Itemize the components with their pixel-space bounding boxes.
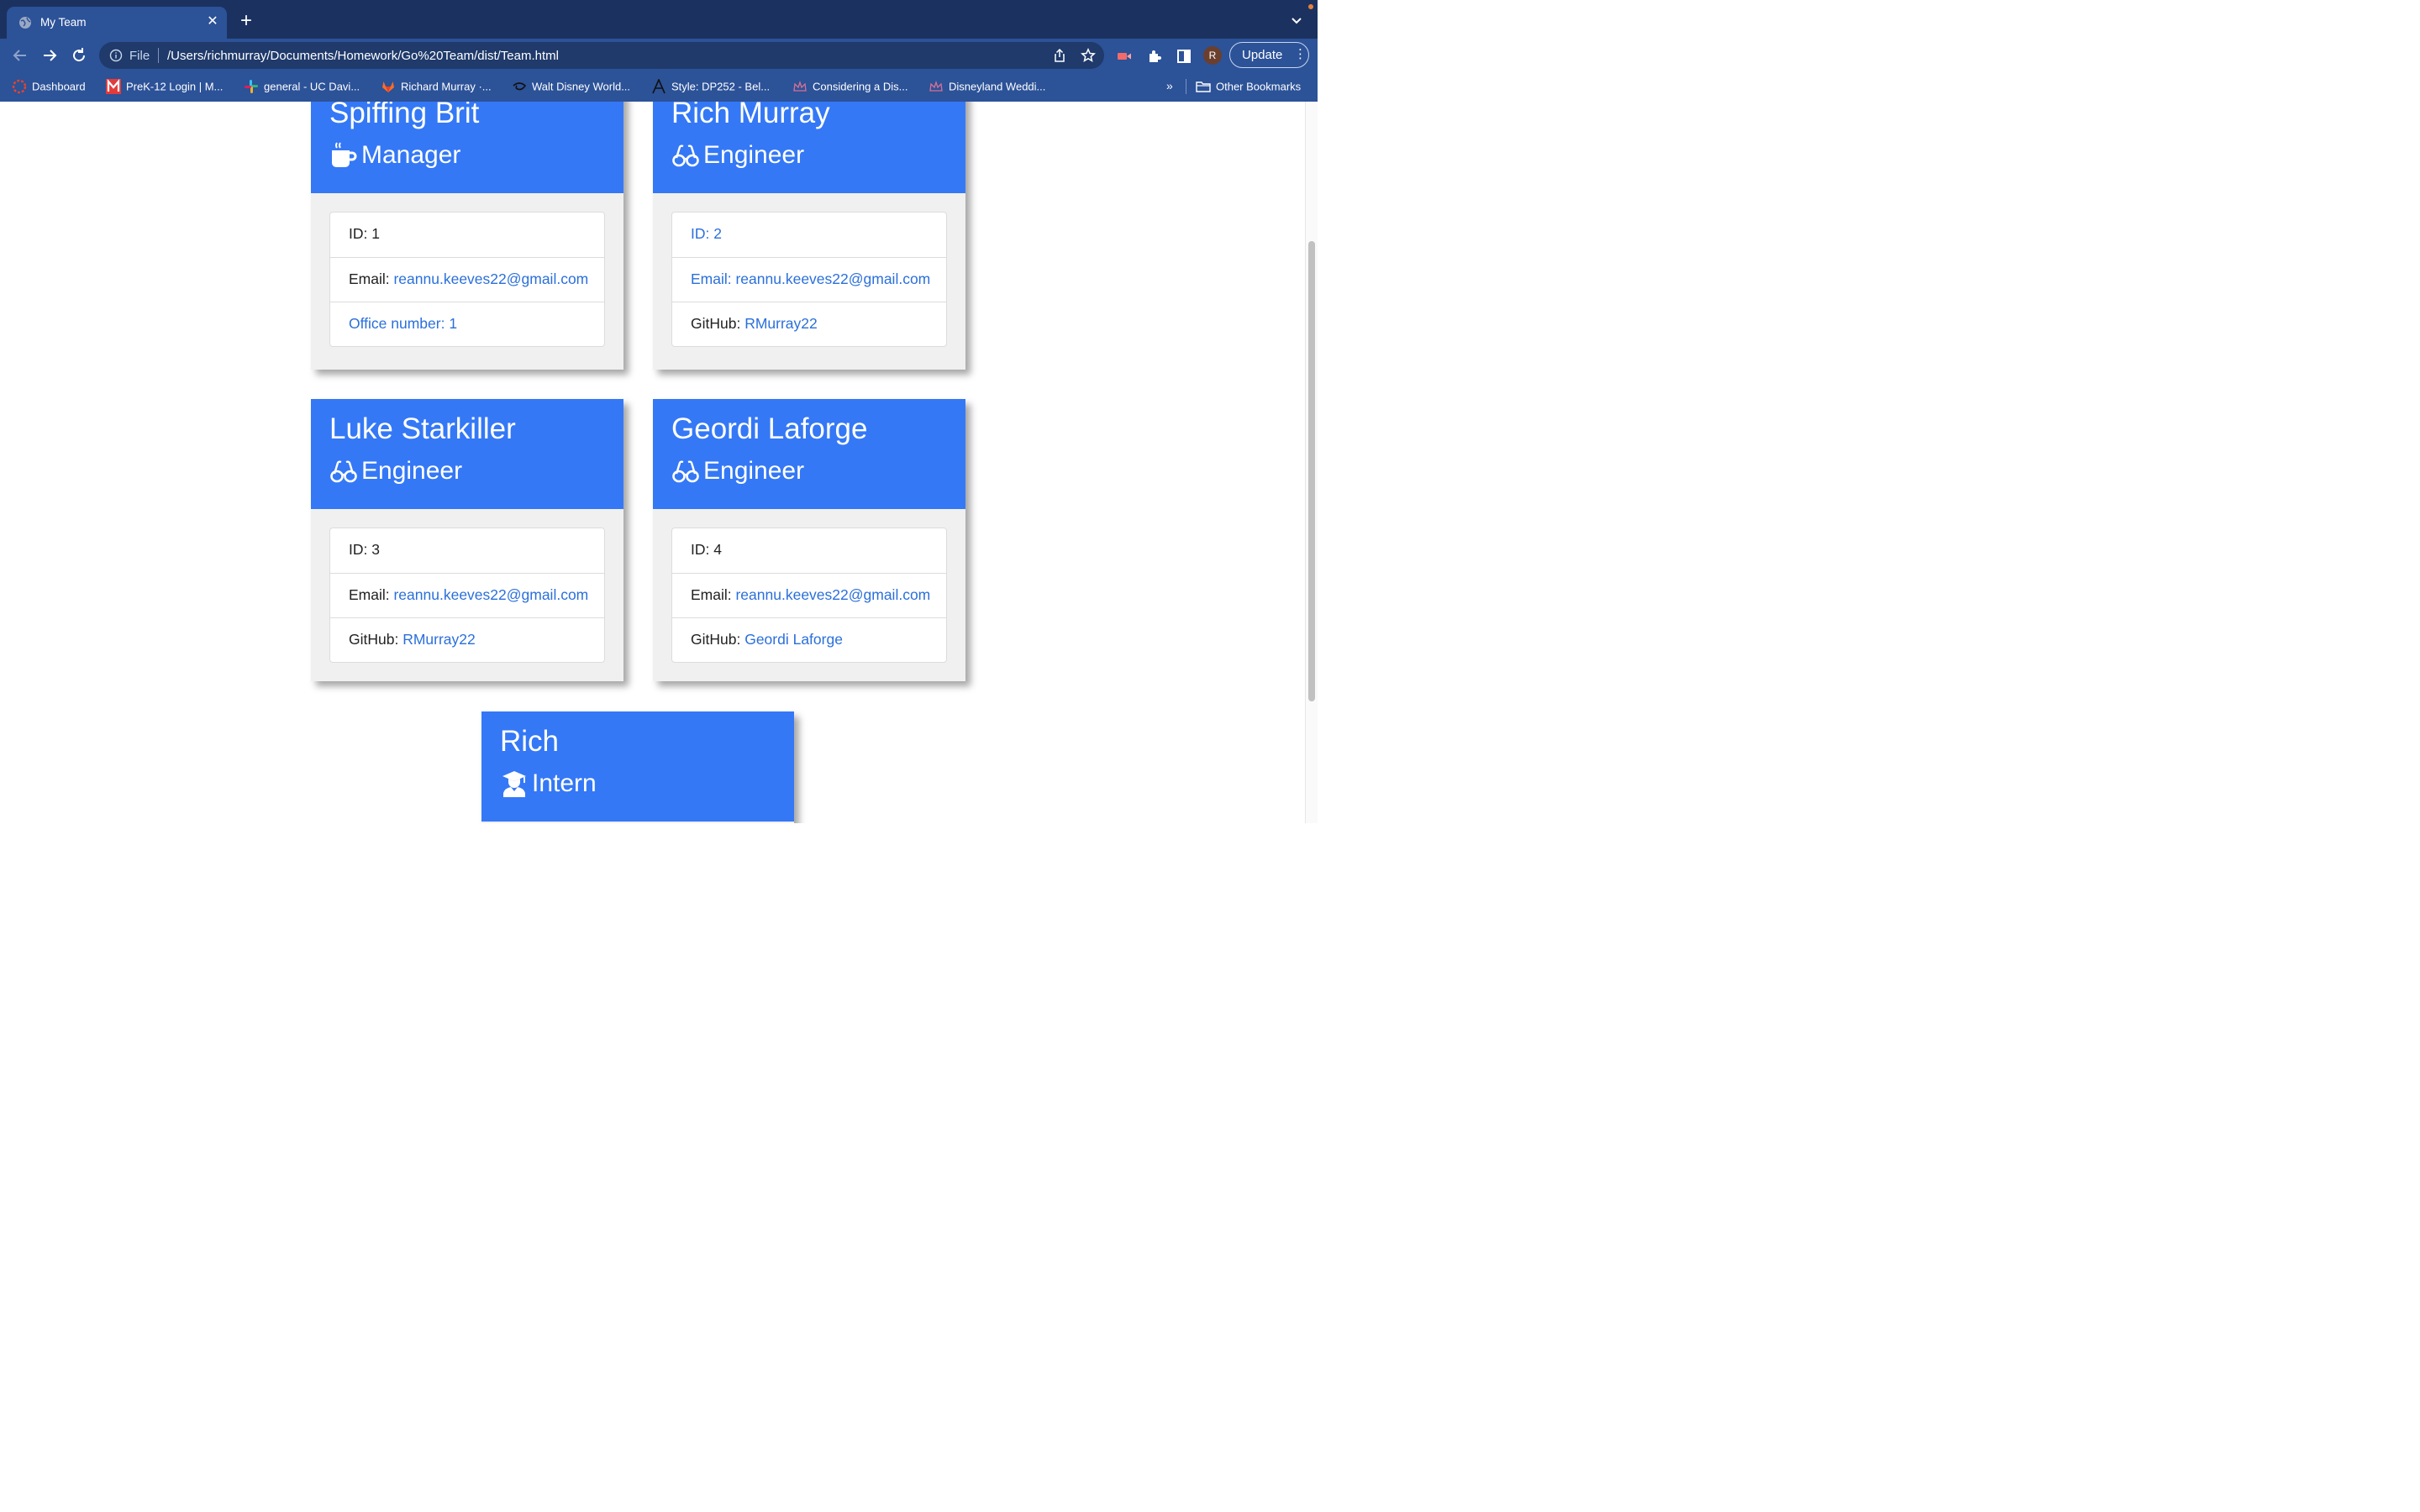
url-text[interactable]: /Users/richmurray/Documents/Homework/Go%… (167, 49, 559, 63)
employee-id[interactable]: ID: 2 (672, 213, 946, 257)
employee-github-row: GitHub: RMurray22 (330, 617, 604, 662)
notification-dot (1308, 4, 1313, 9)
bookmarks-bar: Dashboard PreK-12 Login | M... general -… (0, 72, 1318, 102)
other-bookmarks[interactable]: Other Bookmarks (1196, 79, 1301, 96)
employee-role: Intern (500, 769, 597, 798)
email-link[interactable]: reannu.keeves22@gmail.com (393, 586, 588, 603)
card-header: Rich Murray Engineer (653, 102, 965, 193)
glasses-icon (672, 460, 699, 483)
omnibox-divider (158, 48, 159, 63)
github-link[interactable]: RMurray22 (744, 315, 818, 332)
crown-icon (929, 80, 943, 92)
glasses-icon (330, 460, 357, 483)
employee-card: Spiffing Brit Manager ID: 1 Email: reann… (311, 102, 623, 370)
scrollbar-thumb[interactable] (1308, 241, 1315, 701)
address-bar[interactable]: File /Users/richmurray/Documents/Homewor… (99, 42, 1104, 69)
office-number[interactable]: Office number: 1 (330, 302, 604, 346)
employee-card: Geordi Laforge Engineer ID: 4 Email: rea… (653, 399, 965, 681)
bookmark-style-dp252[interactable]: Style: DP252 - Bel... (651, 79, 770, 96)
crown-icon (793, 80, 807, 92)
extensions-puzzle-icon[interactable] (1146, 48, 1163, 65)
chevron-down-icon[interactable] (1289, 13, 1304, 29)
employee-role: Engineer (671, 140, 804, 170)
info-icon[interactable] (109, 49, 123, 62)
github-link[interactable]: RMurray22 (402, 631, 476, 648)
canvas-icon (12, 79, 27, 94)
card-header: Rich Intern (481, 711, 794, 822)
card-header: Luke Starkiller Engineer (311, 399, 623, 509)
employee-id: ID: 4 (691, 541, 722, 558)
share-icon[interactable] (1052, 48, 1067, 63)
employee-name: Spiffing Brit (329, 102, 480, 129)
new-tab-button[interactable]: + (237, 11, 255, 31)
employee-details-list: ID: 2 Email: reannu.keeves22@gmail.com G… (671, 212, 947, 347)
vertical-scrollbar[interactable] (1305, 102, 1318, 823)
employee-id: ID: 3 (349, 541, 380, 558)
employee-id: ID: 1 (349, 225, 380, 242)
extension-screencast-icon[interactable] (1116, 48, 1133, 65)
bookmark-disneyland-wedding[interactable]: Disneyland Weddi... (929, 79, 1045, 96)
employee-role: Engineer (329, 456, 462, 486)
email-link[interactable]: Email: reannu.keeves22@gmail.com (672, 257, 946, 302)
employee-github-row: GitHub: Geordi Laforge (672, 617, 946, 662)
disney-icon (513, 82, 527, 91)
close-tab-icon[interactable]: ✕ (205, 14, 220, 29)
employee-card: Rich Intern (481, 711, 794, 823)
font-a-icon (652, 79, 666, 94)
tab-title: My Team (40, 16, 87, 29)
bookmark-slack-general[interactable]: general - UC Davi... (244, 79, 360, 96)
side-panel-icon[interactable] (1176, 48, 1192, 65)
browser-chrome: My Team ✕ + File /Users/richmurray/Docum… (0, 0, 1318, 102)
bookmark-walt-disney-world[interactable]: Walt Disney World... (512, 79, 630, 96)
tab-strip: My Team ✕ + (0, 0, 1318, 39)
coffee-mug-icon (332, 142, 357, 168)
employee-name: Rich (500, 725, 560, 758)
scheme-label: File (129, 49, 150, 63)
bookmark-prek12-login[interactable]: PreK-12 Login | M... (106, 79, 223, 96)
bookmark-gitlab[interactable]: Richard Murray ·... (381, 79, 492, 96)
employee-email-row: Email: reannu.keeves22@gmail.com (672, 573, 946, 617)
bookmark-considering-disney[interactable]: Considering a Dis... (792, 79, 908, 96)
back-icon[interactable] (10, 45, 30, 66)
toolbar: File /Users/richmurray/Documents/Homewor… (0, 39, 1318, 72)
employee-name: Geordi Laforge (671, 412, 868, 445)
bookmarks-overflow-button[interactable]: » (1166, 79, 1173, 92)
card-header: Geordi Laforge Engineer (653, 399, 965, 509)
kebab-menu-icon[interactable]: ⋮ (1294, 48, 1307, 61)
card-header: Spiffing Brit Manager (311, 102, 623, 193)
employee-role: Manager (329, 140, 460, 170)
employee-role: Engineer (671, 456, 804, 486)
employee-github-row: GitHub: RMurray22 (672, 302, 946, 346)
forward-icon[interactable] (39, 45, 60, 66)
glasses-icon (672, 144, 699, 167)
m-logo-icon (106, 79, 121, 94)
bookmark-star-icon[interactable] (1081, 48, 1096, 63)
reload-icon[interactable] (69, 45, 89, 66)
email-link[interactable]: reannu.keeves22@gmail.com (393, 270, 588, 287)
employee-name: Luke Starkiller (329, 412, 516, 445)
employee-details-list: ID: 1 Email: reannu.keeves22@gmail.com O… (329, 212, 605, 347)
employee-card: Rich Murray Engineer ID: 2 Email: reannu… (653, 102, 965, 370)
employee-name: Rich Murray (671, 102, 830, 129)
bookmark-dashboard[interactable]: Dashboard (12, 79, 86, 96)
employee-details-list: ID: 4 Email: reannu.keeves22@gmail.com G… (671, 528, 947, 663)
employee-email-row: Email: reannu.keeves22@gmail.com (330, 573, 604, 617)
folder-icon (1196, 81, 1211, 92)
gitlab-icon (382, 81, 394, 92)
update-button[interactable]: Update ⋮ (1229, 42, 1309, 68)
tab-my-team[interactable]: My Team ✕ (7, 7, 227, 39)
employee-details-list: ID: 3 Email: reannu.keeves22@gmail.com G… (329, 528, 605, 663)
update-label: Update (1242, 48, 1283, 62)
employee-email-row: Email: reannu.keeves22@gmail.com (330, 257, 604, 302)
profile-avatar[interactable]: R (1203, 46, 1222, 65)
github-link[interactable]: Geordi Laforge (744, 631, 843, 648)
page-viewport: Spiffing Brit Manager ID: 1 Email: reann… (0, 102, 1305, 823)
globe-icon (19, 17, 31, 29)
slack-icon (245, 80, 258, 93)
employee-card: Luke Starkiller Engineer ID: 3 Email: re… (311, 399, 623, 681)
graduate-icon (502, 771, 526, 798)
email-link[interactable]: reannu.keeves22@gmail.com (735, 586, 930, 603)
